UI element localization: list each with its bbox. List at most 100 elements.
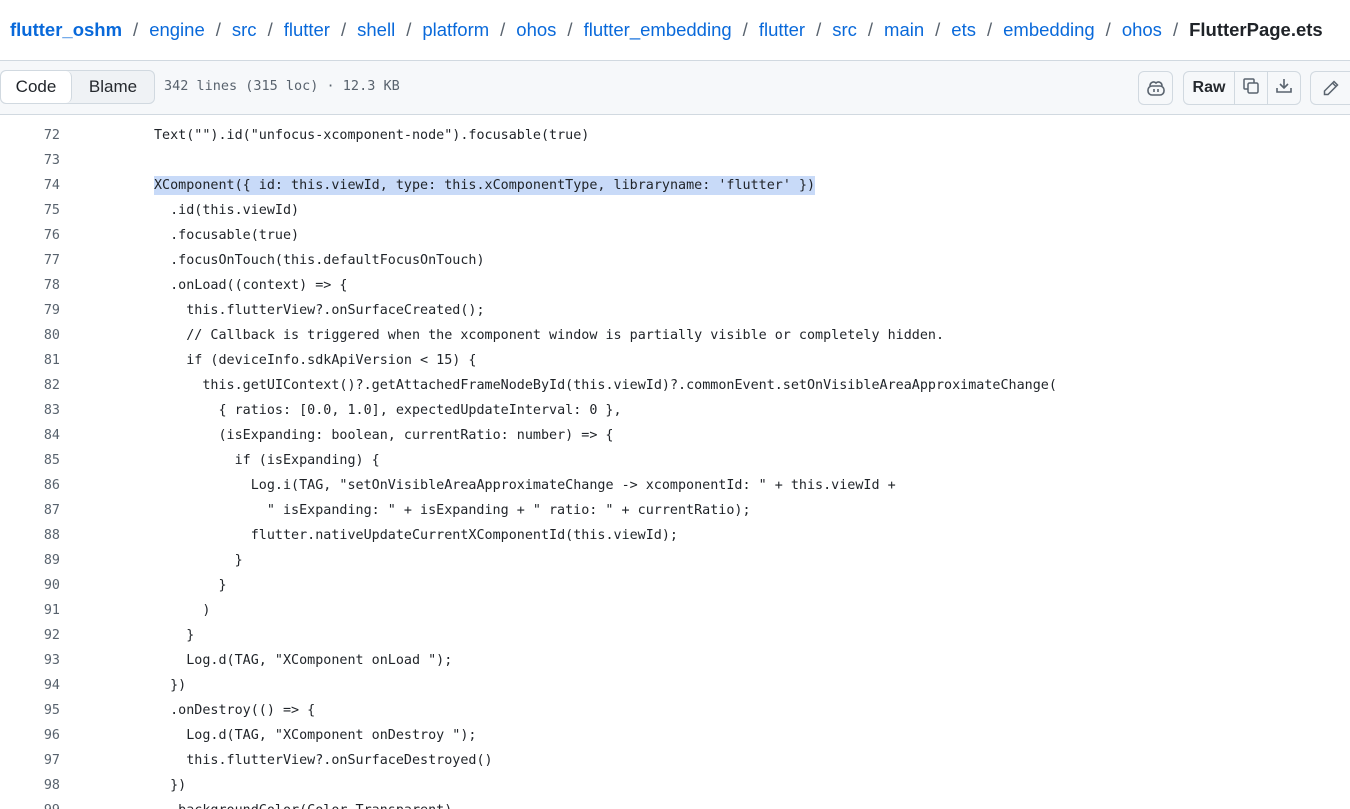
line-code: .onLoad((context) => { bbox=[170, 278, 348, 293]
code-tab[interactable]: Code bbox=[1, 71, 72, 103]
line-number[interactable]: 91 bbox=[0, 603, 60, 618]
line-number[interactable]: 98 bbox=[0, 778, 60, 793]
line-number[interactable]: 87 bbox=[0, 503, 60, 518]
breadcrumb-separator: / bbox=[406, 19, 412, 40]
breadcrumb-link-src[interactable]: src bbox=[232, 19, 257, 41]
line-number[interactable]: 85 bbox=[0, 453, 60, 468]
code-line: 73 bbox=[0, 148, 1350, 173]
code-line: 86 Log.i(TAG, "setOnVisibleAreaApproximat… bbox=[0, 473, 1350, 498]
line-number[interactable]: 80 bbox=[0, 328, 60, 343]
copilot-button[interactable] bbox=[1138, 71, 1173, 105]
breadcrumb-separator: / bbox=[1105, 19, 1111, 40]
code-line: 91) bbox=[0, 598, 1350, 623]
blame-tab[interactable]: Blame bbox=[72, 71, 154, 103]
code-view[interactable]: 72 Text("").id("unfocus-xcomponent-node")… bbox=[0, 115, 1350, 809]
line-number[interactable]: 97 bbox=[0, 753, 60, 768]
code-line: 97 this.flutterView?.onSurfaceDestroyed() bbox=[0, 748, 1350, 773]
line-code: }) bbox=[170, 778, 187, 793]
copy-icon bbox=[1242, 77, 1260, 100]
file-toolbar: Code Blame 342 lines (315 loc) · 12.3 KB… bbox=[0, 61, 1350, 115]
breadcrumb-separator: / bbox=[500, 19, 506, 40]
line-number[interactable]: 89 bbox=[0, 553, 60, 568]
breadcrumb-link-src[interactable]: src bbox=[832, 19, 857, 41]
line-number[interactable]: 82 bbox=[0, 378, 60, 393]
code-line: 94}) bbox=[0, 673, 1350, 698]
line-code: (isExpanding: boolean, currentRatio: num… bbox=[218, 428, 614, 443]
line-code: { ratios: [0.0, 1.0], expectedUpdateInte… bbox=[218, 403, 622, 418]
line-code: this.flutterView?.onSurfaceDestroyed() bbox=[186, 753, 493, 768]
breadcrumb-link-engine[interactable]: engine bbox=[149, 19, 205, 41]
line-number[interactable]: 72 bbox=[0, 128, 60, 143]
breadcrumb-separator: / bbox=[1172, 19, 1179, 40]
line-code: .focusOnTouch(this.defaultFocusOnTouch) bbox=[170, 253, 485, 268]
line-code: .id(this.viewId) bbox=[170, 203, 300, 218]
breadcrumb-link-shell[interactable]: shell bbox=[357, 19, 395, 41]
line-number[interactable]: 77 bbox=[0, 253, 60, 268]
code-line: 74 XComponent({ id: this.viewId, type: th… bbox=[0, 173, 1350, 198]
line-number[interactable]: 81 bbox=[0, 353, 60, 368]
line-number[interactable]: 92 bbox=[0, 628, 60, 643]
line-code: " isExpanding: " + isExpanding + " ratio… bbox=[266, 503, 751, 518]
line-code: }) bbox=[170, 678, 187, 693]
code-line: 89} bbox=[0, 548, 1350, 573]
code-line: 84 (isExpanding: boolean, currentRatio: n… bbox=[0, 423, 1350, 448]
line-number[interactable]: 84 bbox=[0, 428, 60, 443]
code-line: 93 Log.d(TAG, "XComponent onLoad "); bbox=[0, 648, 1350, 673]
breadcrumb-separator: / bbox=[340, 19, 347, 40]
breadcrumb-link-embedding[interactable]: embedding bbox=[1003, 19, 1095, 41]
file-meta: 342 lines (315 loc) · 12.3 KB bbox=[164, 78, 400, 94]
code-line: 75 .id(this.viewId) bbox=[0, 198, 1350, 223]
code-line: 95 .onDestroy(() => { bbox=[0, 698, 1350, 723]
line-code: Log.d(TAG, "XComponent onLoad "); bbox=[186, 653, 453, 668]
code-line: 83 { ratios: [0.0, 1.0], expectedUpdateIn… bbox=[0, 398, 1350, 423]
code-line: 78 .onLoad((context) => { bbox=[0, 273, 1350, 298]
line-number[interactable]: 95 bbox=[0, 703, 60, 718]
line-number[interactable]: 75 bbox=[0, 203, 60, 218]
breadcrumb-repo-link[interactable]: flutter_oshm bbox=[10, 19, 122, 41]
line-code: XComponent({ id: this.viewId, type: this… bbox=[154, 176, 816, 195]
code-line: 81 if (deviceInfo.sdkApiVersion < 15) { bbox=[0, 348, 1350, 373]
download-icon bbox=[1275, 77, 1293, 100]
breadcrumb-link-ohos[interactable]: ohos bbox=[516, 19, 556, 41]
code-line: 88 flutter.nativeUpdateCurrentXComponentI… bbox=[0, 523, 1350, 548]
line-number[interactable]: 86 bbox=[0, 478, 60, 493]
line-code: Text("").id("unfocus-xcomponent-node").f… bbox=[154, 128, 590, 143]
line-number[interactable]: 73 bbox=[0, 153, 60, 168]
code-line: 77 .focusOnTouch(this.defaultFocusOnTouch… bbox=[0, 248, 1350, 273]
raw-button[interactable]: Raw bbox=[1184, 72, 1234, 104]
breadcrumb-link-ets[interactable]: ets bbox=[951, 19, 976, 41]
line-number[interactable]: 90 bbox=[0, 578, 60, 593]
breadcrumb-link-platform[interactable]: platform bbox=[422, 19, 489, 41]
line-code: .focusable(true) bbox=[170, 228, 300, 243]
breadcrumb-separator: / bbox=[742, 19, 748, 40]
line-number[interactable]: 94 bbox=[0, 678, 60, 693]
line-number[interactable]: 83 bbox=[0, 403, 60, 418]
breadcrumb-link-flutter[interactable]: flutter bbox=[284, 19, 330, 41]
breadcrumb-separator: / bbox=[935, 19, 941, 40]
breadcrumb-link-flutter-embedding[interactable]: flutter_embedding bbox=[584, 19, 732, 41]
view-mode-switch: Code Blame bbox=[0, 70, 155, 104]
line-code: this.flutterView?.onSurfaceCreated(); bbox=[186, 303, 485, 318]
line-number[interactable]: 88 bbox=[0, 528, 60, 543]
breadcrumb-separator: / bbox=[267, 19, 273, 40]
line-number[interactable]: 99 bbox=[0, 803, 60, 809]
breadcrumb-separator: / bbox=[867, 19, 874, 40]
file-actions-group: Raw bbox=[1183, 71, 1301, 105]
line-number[interactable]: 74 bbox=[0, 178, 60, 193]
code-line: 72 Text("").id("unfocus-xcomponent-node")… bbox=[0, 123, 1350, 148]
line-number[interactable]: 96 bbox=[0, 728, 60, 743]
line-number[interactable]: 76 bbox=[0, 228, 60, 243]
line-number[interactable]: 78 bbox=[0, 278, 60, 293]
line-number[interactable]: 79 bbox=[0, 303, 60, 318]
breadcrumb-link-main[interactable]: main bbox=[884, 19, 924, 41]
copy-raw-button[interactable] bbox=[1234, 72, 1267, 104]
download-button[interactable] bbox=[1267, 72, 1300, 104]
line-number[interactable]: 93 bbox=[0, 653, 60, 668]
edit-button[interactable] bbox=[1310, 71, 1350, 105]
line-code: if (isExpanding) { bbox=[234, 453, 380, 468]
breadcrumb-link-flutter[interactable]: flutter bbox=[759, 19, 805, 41]
code-line: 82 this.getUIContext()?.getAttachedFrameN… bbox=[0, 373, 1350, 398]
line-code: this.getUIContext()?.getAttachedFrameNod… bbox=[202, 378, 1057, 393]
breadcrumb-link-ohos[interactable]: ohos bbox=[1122, 19, 1162, 41]
raw-label: Raw bbox=[1192, 79, 1226, 96]
